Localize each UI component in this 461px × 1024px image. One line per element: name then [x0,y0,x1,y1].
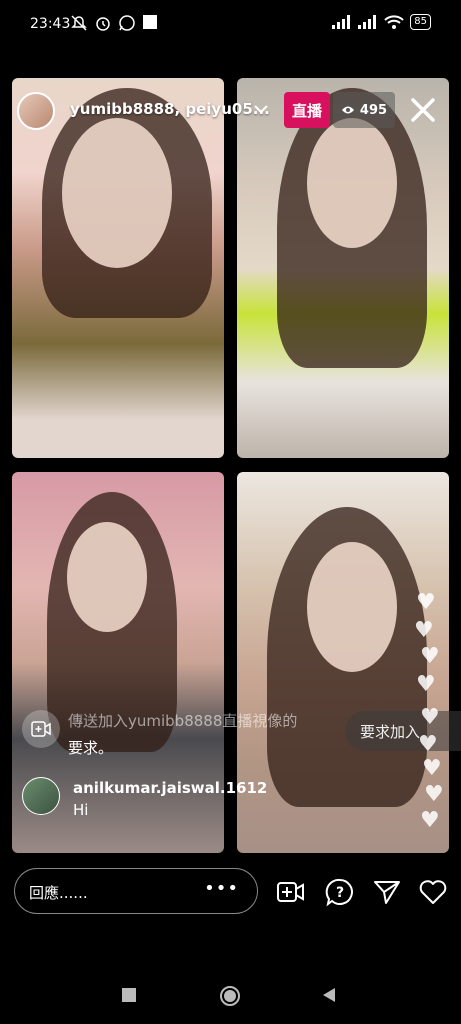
whatsapp-icon [119,15,135,31]
live-badge: 直播 [284,92,330,128]
wifi-icon [384,15,404,29]
live-participants-names[interactable]: yumibb8888, peiyu05... [70,100,270,118]
mute-icon [71,15,87,31]
recents-icon[interactable] [122,988,136,1002]
back-icon[interactable] [322,988,336,1002]
comment-username[interactable]: anilkumar.jaiswal.1612 [73,779,267,797]
home-icon[interactable] [219,985,241,1007]
comment-input[interactable]: 回應...... ••• [14,868,258,914]
signal-icon [358,15,377,29]
navigation-bar [0,970,461,1024]
join-request-text: 傳送加入yumibb8888直播視像的 [68,712,298,730]
heart-icon: ♥ [420,644,440,669]
chevron-down-icon[interactable] [252,100,270,118]
svg-text:?: ? [336,885,344,901]
viewer-count[interactable]: 495 [333,92,395,128]
heart-icon: ♥ [414,618,434,643]
heart-icon: ♥ [420,705,440,730]
question-icon[interactable]: ? [325,877,355,907]
heart-icon: ♥ [422,756,442,781]
more-options-button[interactable]: ••• [204,878,239,899]
heart-icon: ♥ [416,672,436,697]
eye-icon [341,106,354,114]
close-icon[interactable] [406,93,440,127]
comment-placeholder: 回應...... [29,884,88,902]
status-bar: 23:43 85 [0,0,461,50]
host-avatar[interactable] [17,92,55,130]
heart-icon: ♥ [418,732,438,757]
heart-icon: ♥ [420,808,440,833]
signal-icon [332,15,351,29]
status-time: 23:43 [30,16,71,32]
send-icon[interactable] [372,877,402,907]
video-add-icon[interactable] [22,710,60,748]
heart-icon: ♥ [424,782,444,807]
battery-icon: 85 [410,14,431,30]
video-add-icon[interactable] [276,877,306,907]
floating-hearts: ♥ ♥ ♥ ♥ ♥ ♥ ♥ ♥ ♥ [412,560,452,840]
notification-icon [143,15,157,29]
heart-icon[interactable] [418,877,448,907]
commenter-avatar[interactable] [22,777,60,815]
live-video-tile[interactable] [12,78,224,458]
join-request-text-end: 要求。 [68,739,114,757]
alarm-icon [96,17,110,31]
comment-text: Hi [73,801,89,819]
live-video-tile[interactable] [237,78,449,458]
heart-icon: ♥ [416,590,436,615]
